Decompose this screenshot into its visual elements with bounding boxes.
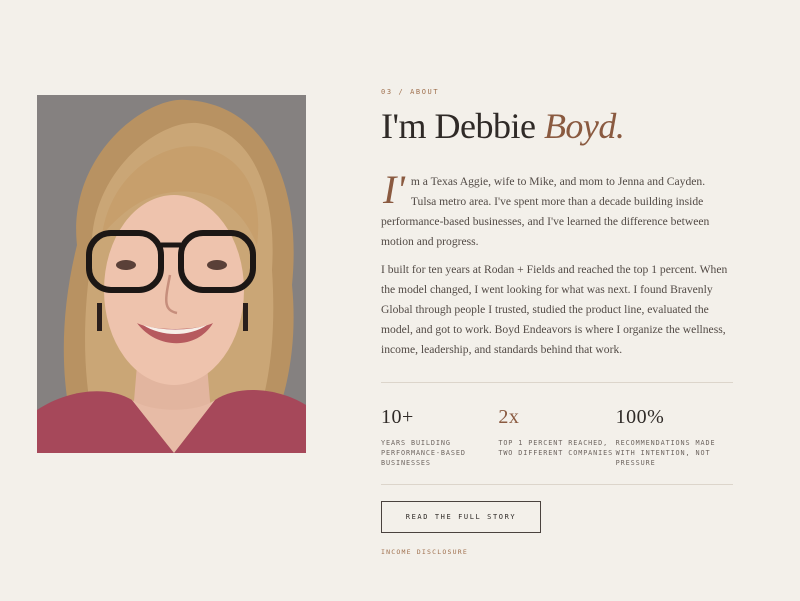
portrait-illustration [37, 95, 306, 453]
stat-number: 100% [615, 406, 665, 428]
heading-accent: Boyd. [543, 106, 625, 146]
section-eyebrow: 03 / ABOUT [381, 88, 440, 96]
stat-number: 2x [498, 406, 520, 428]
read-full-story-button[interactable]: READ THE FULL STORY [381, 501, 541, 533]
divider [381, 484, 733, 485]
stat-years: 10+ YEARS BUILDING PERFORMANCE-BASED BUS… [381, 407, 498, 468]
portrait-photo [37, 95, 306, 453]
stat-recommendations: 100% RECOMMENDATIONS MADE WITH INTENTION… [616, 407, 733, 468]
about-section: 03 / ABOUT I'm Debbie Boyd. I' m a Texas … [381, 88, 733, 556]
intro-text: m a Texas Aggie, wife to Mike, and mom t… [381, 175, 710, 248]
page-title: I'm Debbie Boyd. [381, 108, 733, 144]
stat-number: 10+ [381, 406, 414, 428]
stat-label: RECOMMENDATIONS MADE WITH INTENTION, NOT… [615, 439, 716, 467]
drop-cap: I' [383, 167, 405, 212]
body-paragraph: I built for ten years at Rodan + Fields … [381, 263, 728, 356]
intro-paragraph: I' m a Texas Aggie, wife to Mike, and mom… [381, 167, 733, 252]
stat-label: YEARS BUILDING PERFORMANCE-BASED BUSINES… [381, 439, 466, 467]
income-disclosure-link[interactable]: INCOME DISCLOSURE [381, 548, 733, 556]
stat-label: TOP 1 PERCENT REACHED, TWO DIFFERENT COM… [498, 439, 614, 457]
stat-top-percent: 2x TOP 1 PERCENT REACHED, TWO DIFFERENT … [498, 407, 615, 468]
stats-row: 10+ YEARS BUILDING PERFORMANCE-BASED BUS… [381, 383, 733, 484]
heading-main: I'm Debbie [381, 106, 544, 146]
